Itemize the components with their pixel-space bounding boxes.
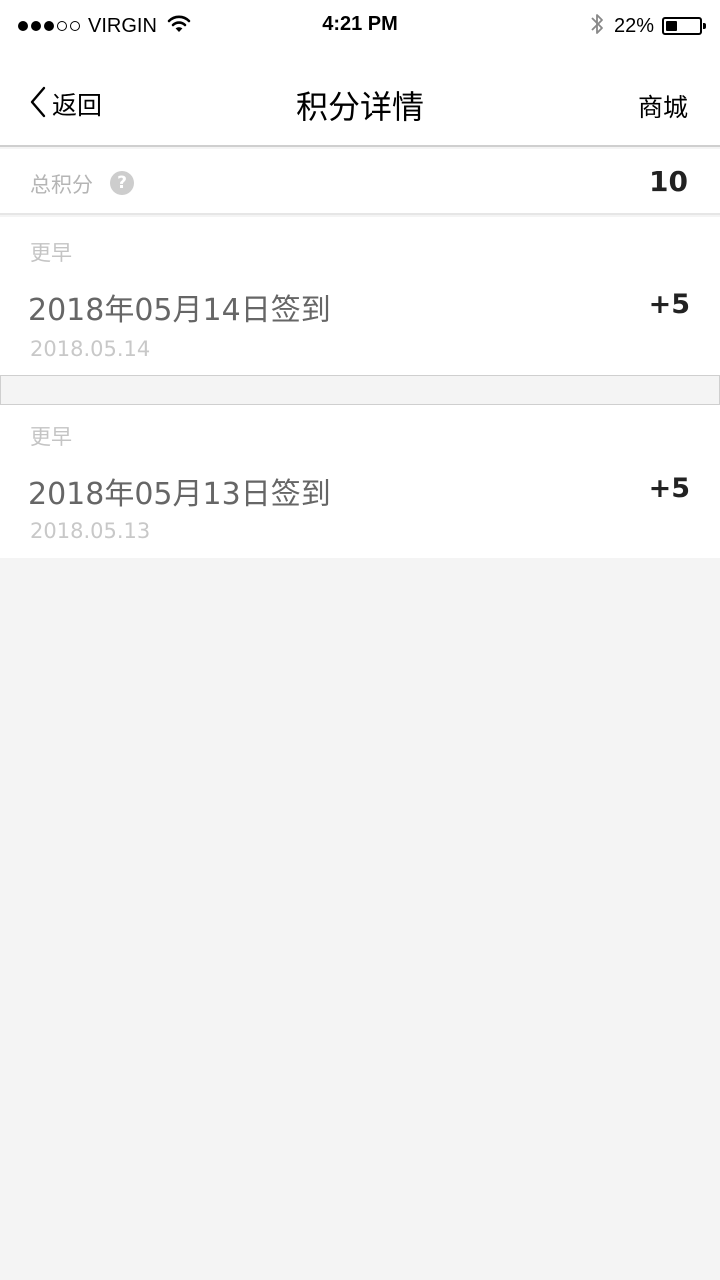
status-bar: VIRGIN 4:21 PM 22%	[0, 0, 720, 52]
total-points-label: 总积分	[30, 173, 93, 197]
mall-button[interactable]: 商城	[638, 88, 688, 124]
section-divider	[0, 375, 720, 405]
bluetooth-icon	[590, 11, 604, 41]
record-title: 2018年05月13日签到	[28, 477, 331, 512]
total-points-row: 总积分 ? 10	[0, 149, 720, 215]
status-right: 22%	[590, 11, 706, 41]
battery-tip	[703, 23, 706, 29]
help-icon[interactable]: ?	[110, 171, 134, 195]
navigation-bar: 返回 积分详情 商城	[0, 52, 720, 147]
list-item[interactable]: 更早 2018年05月14日签到 2018.05.14 +5	[0, 217, 720, 375]
record-group-label: 更早	[30, 241, 72, 265]
list-item[interactable]: 更早 2018年05月13日签到 2018.05.13 +5	[0, 405, 720, 558]
record-points: +5	[648, 473, 690, 504]
app-screen: VIRGIN 4:21 PM 22% 返回 积分详情 商城 总积分 ? 10 更…	[0, 0, 720, 1280]
record-points: +5	[648, 289, 690, 320]
record-date: 2018.05.14	[30, 337, 151, 361]
page-title: 积分详情	[295, 88, 424, 126]
total-points-value: 10	[649, 165, 688, 198]
record-date: 2018.05.13	[30, 519, 151, 543]
battery-percent: 22%	[613, 14, 654, 37]
battery-icon	[662, 17, 706, 35]
record-group-label: 更早	[30, 425, 72, 449]
battery-level-fill	[666, 21, 677, 31]
record-title: 2018年05月14日签到	[28, 293, 331, 328]
